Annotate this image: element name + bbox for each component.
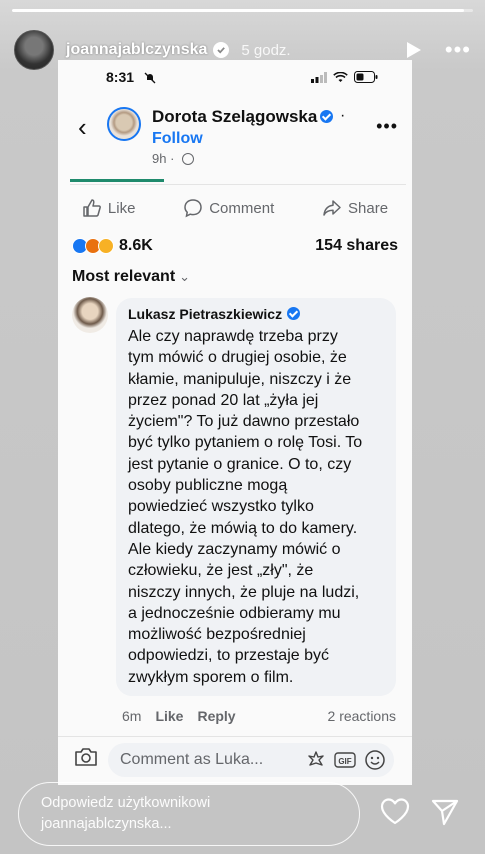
reply-placeholder-line2: joannajablczynska...	[41, 816, 172, 832]
comment-input[interactable]: Comment as Luka... GIF	[108, 743, 394, 777]
comment-reply-button[interactable]: Reply	[197, 708, 235, 724]
status-icons	[311, 71, 378, 83]
share-label: Share	[348, 199, 389, 217]
comment-line: dlatego, że mówią to do kamery.	[128, 519, 358, 537]
composer-icons: GIF	[306, 749, 386, 771]
comment-like-button[interactable]: Like	[155, 708, 183, 724]
story-time: 5 godz.	[241, 41, 291, 59]
battery-icon	[354, 71, 378, 83]
story-progress-bar	[12, 9, 473, 12]
comment-line: osoby publiczne mogą	[128, 477, 288, 495]
verified-badge-icon	[287, 307, 301, 320]
reply-placeholder-line1: Odpowiedz użytkownikowi	[41, 795, 211, 811]
comment-line: Ale czy naprawdę trzeba przy	[128, 328, 338, 345]
comment-reactions[interactable]: 2 reactions	[328, 708, 396, 724]
share-count[interactable]: 154 shares	[315, 237, 398, 255]
comment-line: możliwość bezpośredniej	[128, 626, 306, 644]
comment-author[interactable]: Lukasz Pietraszkiewicz	[128, 306, 384, 322]
emoji-icon[interactable]	[364, 749, 386, 771]
comment-age: 6m	[122, 708, 142, 724]
post-time: 9h ·	[152, 151, 195, 166]
comment-input-placeholder: Comment as Luka...	[120, 751, 264, 768]
comment-line: jest pytanie o granice. O to, czy	[128, 455, 352, 473]
comment-line: Ale kiedy zaczynamy mówić o	[128, 540, 341, 558]
reaction-icons[interactable]	[72, 238, 114, 254]
content-divider	[70, 177, 406, 185]
comment-bubble: Lukasz Pietraszkiewicz Ale czy naprawdę …	[116, 298, 396, 696]
commenter-avatar[interactable]	[72, 297, 108, 333]
comment-line: niszczy innych, że pluje na ludzi,	[128, 583, 360, 601]
comment-line: przez ponad 20 lat „żyła jej	[128, 391, 319, 409]
verified-badge-icon	[213, 42, 230, 58]
sort-label: Most relevant	[72, 268, 176, 285]
globe-icon	[182, 153, 195, 165]
send-icon[interactable]	[430, 798, 460, 826]
comment-line: zwykłym sporem o film.	[128, 668, 294, 686]
wifi-icon	[333, 71, 348, 82]
avatar-sticker-icon[interactable]	[306, 750, 326, 770]
story-progress-fill	[12, 9, 464, 12]
post-stats: 8.6K 154 shares	[72, 234, 398, 258]
status-time: 8:31	[106, 69, 135, 85]
comment-line: a jednocześnie odbieramy mu	[128, 604, 341, 622]
comment-bubble-icon	[184, 199, 202, 218]
comment-line: człowieku, że jest „zły", że	[128, 562, 314, 580]
more-options-icon[interactable]: •••	[445, 39, 471, 61]
follow-button[interactable]: Follow	[152, 130, 203, 148]
camera-icon[interactable]	[74, 747, 98, 767]
like-button[interactable]: Like	[82, 198, 136, 218]
status-bar: 8:31	[58, 60, 412, 94]
play-icon[interactable]	[403, 40, 423, 60]
like-label: Like	[107, 199, 136, 217]
share-arrow-icon	[323, 200, 341, 216]
signal-icon	[311, 71, 327, 83]
reaction-count[interactable]: 8.6K	[119, 237, 153, 255]
comment-line: tym mówić o drugiej osobie, że	[128, 349, 347, 367]
post-actions: Like Comment Share	[58, 194, 412, 222]
comment-line: odpowiedzi, to przestaje być	[128, 647, 329, 665]
story-reply-input[interactable]: Odpowiedz użytkownikowi joannajablczynsk…	[18, 782, 360, 846]
back-chevron-icon[interactable]: ‹	[78, 114, 87, 140]
comment-line: kłamie, manipuluje, niszczy i że	[128, 370, 352, 388]
share-button[interactable]: Share	[322, 198, 388, 218]
comment-text: Ale czy naprawdę trzeba przy tym mówić o …	[128, 326, 384, 688]
svg-text:GIF: GIF	[338, 757, 351, 766]
comment-button[interactable]: Comment	[183, 198, 274, 218]
comment-composer: Comment as Luka... GIF	[58, 736, 412, 780]
story-viewer: joannajablczynska 5 godz. ••• 8:31 ‹ Dor…	[0, 0, 485, 854]
comment-label: Comment	[209, 199, 275, 217]
comment-sort-dropdown[interactable]: Most relevant ⌄	[72, 268, 190, 286]
story-username[interactable]: joannajablczynska	[66, 41, 207, 59]
thumbs-up-icon	[83, 199, 101, 217]
avatar[interactable]	[14, 30, 54, 70]
page-name[interactable]: Dorota Szelągowska	[152, 107, 334, 127]
more-options-icon[interactable]: •••	[376, 116, 398, 137]
post-header: ‹ Dorota Szelągowska · Follow 9h · •••	[58, 100, 412, 170]
verified-badge-icon	[320, 110, 334, 123]
chevron-down-icon: ⌄	[179, 269, 191, 284]
separator-dot: ·	[340, 107, 346, 124]
haha-reaction-icon	[98, 238, 114, 254]
comment-meta: 6m Like Reply 2 reactions	[122, 708, 396, 724]
heart-icon[interactable]	[380, 797, 410, 825]
facebook-screenshot: 8:31 ‹ Dorota Szelągowska · Follow 9h · …	[58, 60, 412, 785]
comment-line: życiem"? To już dawno przestało	[128, 413, 360, 431]
bell-muted-icon	[144, 71, 156, 89]
comment-line: być tylko pytaniem o rolę Tosi. To	[128, 434, 363, 452]
page-avatar[interactable]	[107, 107, 141, 141]
gif-icon[interactable]: GIF	[334, 750, 356, 770]
comment-line: powiedzieć wszystko tylko	[128, 498, 314, 516]
